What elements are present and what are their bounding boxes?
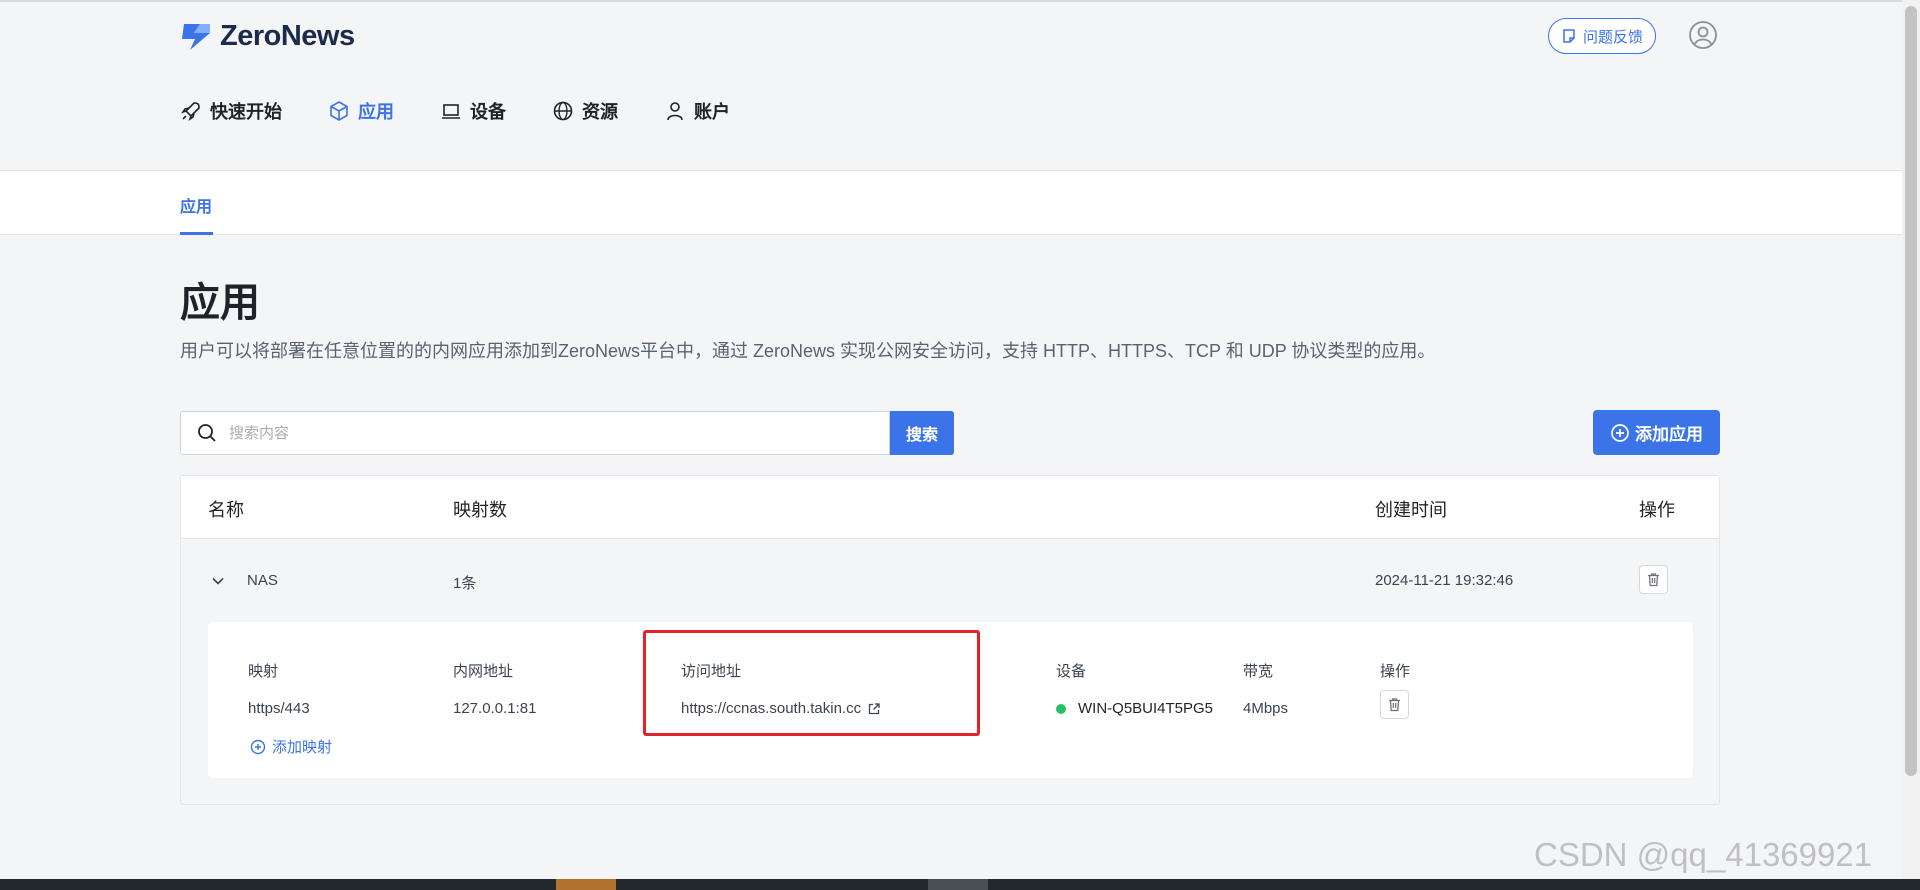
nav-label: 账户 <box>694 102 730 122</box>
search-input[interactable] <box>229 424 829 442</box>
device-name: WIN-Q5BUI4T5PG5 <box>1078 700 1214 717</box>
chevron-down-icon[interactable] <box>211 574 225 588</box>
detail-header-mapping: 映射 <box>248 663 279 680</box>
delete-mapping-button[interactable] <box>1380 690 1409 719</box>
cube-icon <box>330 101 348 121</box>
delete-app-button[interactable] <box>1639 565 1668 594</box>
add-mapping-label: 添加映射 <box>272 739 333 756</box>
table-header: 名称 映射数 创建时间 操作 <box>181 476 1719 539</box>
nav-label: 应用 <box>358 102 394 122</box>
search-icon <box>198 424 216 442</box>
column-header-created-at: 创建时间 <box>1375 500 1447 520</box>
page-title: 应用 <box>180 281 260 325</box>
column-header-mapping-count: 映射数 <box>453 500 507 520</box>
search-field[interactable] <box>180 411 890 455</box>
nav-label: 资源 <box>582 102 618 122</box>
brand-name: ZeroNews <box>220 20 355 52</box>
nav-label: 快速开始 <box>210 102 282 122</box>
trash-icon <box>1648 573 1659 587</box>
plus-circle-icon <box>250 739 266 754</box>
zeronews-logo-icon <box>182 23 210 50</box>
add-app-label: 添加应用 <box>1635 425 1703 444</box>
nav-item-resources[interactable]: 资源 <box>552 98 618 124</box>
active-tab-indicator <box>180 232 213 235</box>
mapping-protocol-port: https/443 <box>248 700 310 717</box>
add-mapping-button[interactable]: 添加映射 <box>250 736 332 757</box>
search-button[interactable]: 搜索 <box>890 411 954 455</box>
app-name: NAS <box>247 572 278 589</box>
app-created-at: 2024-11-21 19:32:46 <box>1375 572 1514 589</box>
app-mapping-count: 1条 <box>453 575 477 592</box>
laptop-icon <box>442 104 460 119</box>
bandwidth-value: 4Mbps <box>1243 700 1289 717</box>
taskbar-app-item[interactable] <box>928 879 988 890</box>
user-avatar-icon[interactable] <box>1688 20 1718 50</box>
add-app-button[interactable]: 添加应用 <box>1593 410 1720 455</box>
top-header: ZeroNews 问题反馈 快速开始 应用 设备 资源 账户 <box>0 0 1920 171</box>
nav-item-devices[interactable]: 设备 <box>440 98 506 124</box>
column-header-name: 名称 <box>208 500 244 520</box>
nav-item-account[interactable]: 账户 <box>664 98 730 124</box>
column-header-actions: 操作 <box>1639 500 1675 520</box>
sub-tab-bar: 应用 <box>0 171 1920 235</box>
nav-item-apps[interactable]: 应用 <box>328 98 394 124</box>
detail-header-intranet: 内网地址 <box>453 663 514 680</box>
feedback-button[interactable]: 问题反馈 <box>1548 18 1657 54</box>
trash-icon <box>1389 698 1400 712</box>
plus-circle-icon <box>1611 423 1629 442</box>
globe-icon <box>553 101 573 121</box>
page-description: 用户可以将部署在任意位置的的内网应用添加到ZeroNews平台中，通过 Zero… <box>180 341 1436 361</box>
tab-apps[interactable]: 应用 <box>180 193 212 217</box>
highlight-box <box>643 630 980 736</box>
scrollbar-thumb[interactable] <box>1905 6 1917 776</box>
detail-header-device: 设备 <box>1056 663 1087 680</box>
taskbar-app-item[interactable] <box>556 879 616 890</box>
brand-logo[interactable]: ZeroNews <box>180 20 355 53</box>
table-row: NAS 1条 2024-11-21 19:32:46 <box>181 539 1719 619</box>
nav-item-quickstart[interactable]: 快速开始 <box>180 98 282 124</box>
device-status: WIN-Q5BUI4T5PG5 <box>1056 700 1213 717</box>
detail-header-bandwidth: 带宽 <box>1243 663 1274 680</box>
intranet-address: 127.0.0.1:81 <box>453 700 537 717</box>
rocket-icon <box>181 102 200 121</box>
user-icon <box>667 102 683 121</box>
detail-header-actions: 操作 <box>1380 663 1411 680</box>
main-nav: 快速开始 应用 设备 资源 账户 <box>180 98 776 124</box>
online-status-dot <box>1056 704 1066 715</box>
watermark-text: CSDN @qq_41369921 <box>1534 836 1873 873</box>
note-icon <box>1563 29 1575 43</box>
feedback-label: 问题反馈 <box>1583 28 1644 46</box>
nav-label: 设备 <box>470 102 506 122</box>
